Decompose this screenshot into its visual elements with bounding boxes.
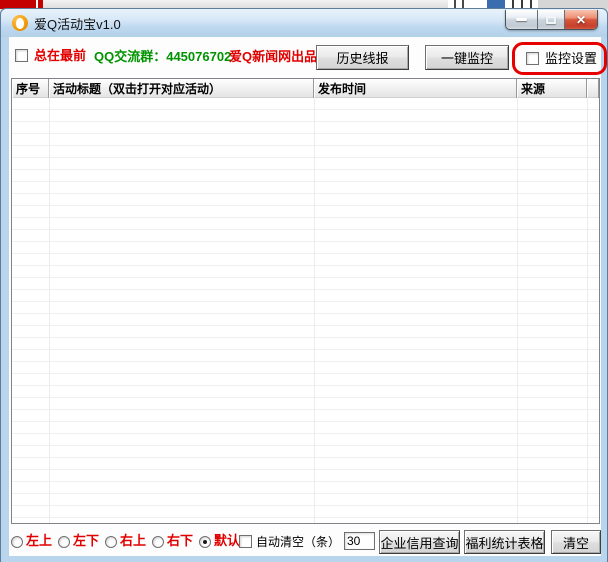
auto-clear-count-input[interactable] xyxy=(344,532,375,550)
position-label-top-right[interactable]: 右上 xyxy=(120,534,146,548)
position-label-default[interactable]: 默认 xyxy=(214,534,240,548)
column-header-filler xyxy=(587,79,599,98)
enterprise-credit-query-button[interactable]: 企业信用查询 xyxy=(379,530,460,554)
minimize-button[interactable] xyxy=(506,10,537,29)
activity-table: 序号 活动标题（双击打开对应活动） 发布时间 来源 xyxy=(11,78,600,524)
maximize-icon xyxy=(546,15,556,24)
auto-clear-checkbox[interactable] xyxy=(239,535,252,548)
minimize-icon xyxy=(516,18,527,21)
brand-text: 爱Q新闻网出品 xyxy=(229,49,318,64)
position-label-top-left[interactable]: 左上 xyxy=(26,534,52,548)
clear-button[interactable]: 清空 xyxy=(551,530,601,554)
close-icon: ✕ xyxy=(575,12,587,27)
penguin-app-icon xyxy=(12,15,28,31)
table-header-row: 序号 活动标题（双击打开对应活动） 发布时间 来源 xyxy=(12,79,599,98)
monitor-settings-label[interactable]: 监控设置 xyxy=(545,52,597,66)
window-title: 爱Q活动宝v1.0 xyxy=(34,16,121,32)
client-area: 总在最前 QQ交流群：445076702 爱Q新闻网出品 历史线报 一键监控 监… xyxy=(9,37,607,556)
app-window: 爱Q活动宝v1.0 ✕ 总在最前 QQ交流群：445076702 爱Q新闻网出品… xyxy=(0,8,608,562)
one-key-monitor-button[interactable]: 一键监控 xyxy=(425,45,509,70)
position-radio-bottom-right[interactable] xyxy=(152,536,164,548)
titlebar[interactable]: 爱Q活动宝v1.0 ✕ xyxy=(1,9,607,37)
position-radio-default[interactable] xyxy=(199,536,211,548)
window-controls: ✕ xyxy=(505,10,598,30)
welfare-statistics-button[interactable]: 福利统计表格 xyxy=(464,530,545,554)
column-header-publish-time[interactable]: 发布时间 xyxy=(314,79,517,98)
column-header-index[interactable]: 序号 xyxy=(12,79,49,98)
history-report-button[interactable]: 历史线报 xyxy=(316,45,409,70)
close-button[interactable]: ✕ xyxy=(564,10,597,29)
column-header-title[interactable]: 活动标题（双击打开对应活动） xyxy=(49,79,314,98)
qq-group-text: QQ交流群：445076702 xyxy=(94,49,232,64)
monitor-settings-checkbox[interactable] xyxy=(526,52,539,65)
table-body-empty[interactable] xyxy=(12,98,599,523)
position-radio-bottom-left[interactable] xyxy=(58,536,70,548)
column-header-source[interactable]: 来源 xyxy=(517,79,587,98)
maximize-button[interactable] xyxy=(537,10,564,29)
always-on-top-label[interactable]: 总在最前 xyxy=(34,49,86,63)
position-label-bottom-right[interactable]: 右下 xyxy=(167,534,193,548)
position-label-bottom-left[interactable]: 左下 xyxy=(73,534,99,548)
auto-clear-label[interactable]: 自动清空（条） xyxy=(256,535,340,549)
position-radio-top-right[interactable] xyxy=(105,536,117,548)
position-radio-top-left[interactable] xyxy=(11,536,23,548)
always-on-top-checkbox[interactable] xyxy=(15,49,28,62)
